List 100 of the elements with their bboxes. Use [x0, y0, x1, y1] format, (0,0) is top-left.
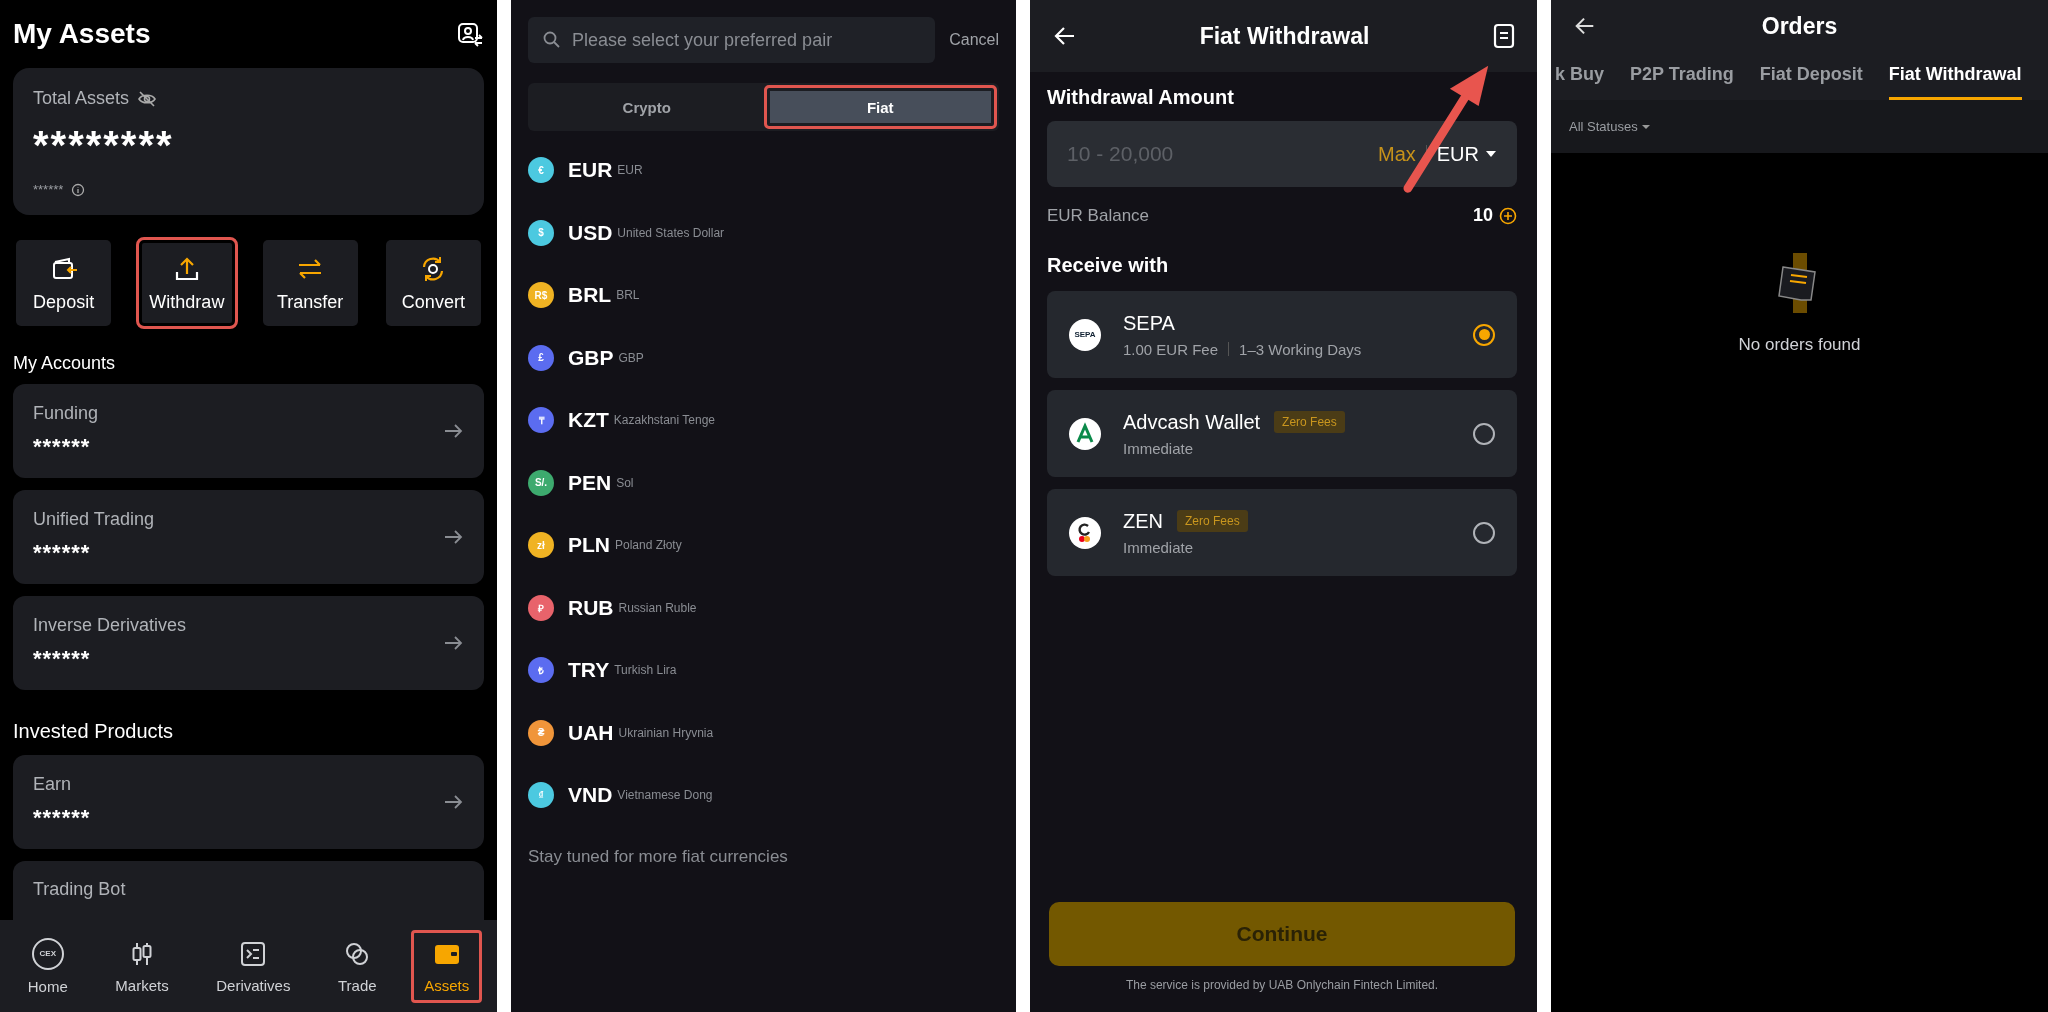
radio-button[interactable] [1473, 323, 1495, 346]
currency-symbol: zł [528, 532, 554, 559]
home-icon: CEX [31, 937, 64, 970]
currency-code: GBP [568, 345, 614, 370]
currency-row[interactable]: ₴ UAH Ukrainian Hryvnia [528, 701, 999, 764]
currency-code: USD [568, 220, 613, 245]
account-balance: ****** [33, 433, 92, 460]
add-icon[interactable] [1499, 206, 1517, 225]
order-tab[interactable]: k Buy [1555, 52, 1605, 100]
currency-symbol: £ [528, 344, 554, 371]
footer-note: Stay tuned for more fiat currencies [528, 846, 789, 867]
currency-row[interactable]: € EUR EUR [528, 139, 999, 202]
currency-name: Vietnamese Dong [617, 788, 713, 803]
circles-logo-icon [1069, 516, 1101, 549]
section-heading: Receive with [1047, 254, 1170, 277]
currency-symbol: S/. [528, 469, 554, 496]
account-name: Inverse Derivatives [33, 614, 187, 636]
currency-symbol: ₽ [528, 594, 554, 621]
account-balance: ****** [33, 539, 92, 566]
total-assets-value: ******** [33, 123, 175, 168]
screen-title: Fiat Withdrawal [1199, 22, 1370, 50]
currency-row[interactable]: S/. PEN Sol [528, 451, 999, 514]
balance-label: EUR Balance [1047, 205, 1150, 226]
search-icon [542, 30, 562, 50]
currency-row[interactable]: zł PLN Poland Złoty [528, 514, 999, 577]
currency-symbol: € [528, 157, 554, 184]
action-button[interactable]: Withdraw [136, 237, 238, 329]
account-card[interactable]: Inverse Derivatives ****** [13, 596, 484, 690]
total-assets-sub-value: ****** [33, 182, 64, 197]
field-label: Withdrawal Amount [1047, 86, 1235, 109]
currency-name: EUR [617, 163, 643, 178]
currency-code: UAH [568, 720, 614, 745]
method-name: SEPA [1123, 311, 1175, 335]
product-name: Trading Bot [33, 879, 126, 900]
currency-symbol: $ [528, 219, 554, 246]
nav-tab[interactable]: CEX Home [14, 928, 81, 1004]
method-detail: Immediate [1123, 538, 1194, 556]
currency-name: Poland Złoty [615, 538, 682, 553]
payment-method-card[interactable]: Advcash Wallet Zero Fees Immediate [1047, 390, 1517, 477]
fee-badge: Zero Fees [1177, 510, 1248, 532]
currency-row[interactable]: ₽ RUB Russian Ruble [528, 576, 999, 639]
product-card[interactable]: Trading Bot [13, 861, 484, 920]
screen-title: Orders [1761, 12, 1838, 40]
currency-symbol: ₺ [528, 657, 554, 684]
product-card[interactable]: Earn ****** [13, 755, 484, 849]
account-card[interactable]: Unified Trading ****** [13, 490, 484, 584]
eye-off-icon[interactable] [137, 88, 158, 109]
nav-tab[interactable]: Trade [324, 929, 390, 1003]
currency-name: GBP [618, 350, 644, 365]
currency-name: Russian Ruble [618, 600, 697, 615]
method-detail: Immediate [1123, 439, 1194, 457]
currency-row[interactable]: ₸ KZT Kazakhstani Tenge [528, 389, 999, 452]
currency-symbol: ₸ [528, 407, 554, 434]
order-tab[interactable]: Fiat Deposit [1759, 52, 1863, 100]
cancel-button[interactable]: Cancel [949, 31, 999, 49]
currency-row[interactable]: ₫ VND Vietnamese Dong [528, 764, 999, 827]
currency-code: PEN [568, 470, 612, 495]
method-name: Advcash Wallet [1123, 410, 1261, 434]
radio-button[interactable] [1473, 521, 1495, 544]
currency-symbol: ₴ [528, 719, 554, 746]
search-field[interactable]: Please select your preferred pair [528, 17, 936, 63]
nav-tab[interactable]: Assets [411, 929, 483, 1003]
letter-a-logo-icon [1069, 417, 1101, 450]
currency-code: EUR [568, 158, 613, 183]
max-button[interactable]: Max [1377, 142, 1416, 166]
document-icon[interactable] [1491, 23, 1517, 49]
product-balance: ****** [33, 804, 91, 831]
currency-row[interactable]: £ GBP GBP [528, 326, 999, 389]
status-filter-dropdown[interactable]: All Statuses [1569, 119, 1650, 134]
account-card[interactable]: Funding ****** [13, 384, 484, 478]
empty-state-text: No orders found [1738, 335, 1861, 355]
method-detail: 1.00 EUR Fee [1123, 340, 1219, 358]
method-name: ZEN [1123, 509, 1163, 533]
currency-code: BRL [568, 283, 612, 308]
segment-tab[interactable]: Fiat [763, 85, 997, 129]
segment-tab[interactable]: Crypto [530, 85, 764, 129]
currency-code: KZT [568, 408, 609, 433]
screen-title: My Assets [13, 18, 151, 50]
section-heading: Invested Products [13, 720, 175, 743]
product-name: Earn [33, 773, 73, 795]
profile-switch-icon[interactable] [456, 20, 484, 48]
currency-row[interactable]: R$ BRL BRL [528, 264, 999, 327]
nav-tab[interactable]: Markets [102, 929, 182, 1003]
nav-tab[interactable]: Derivatives [203, 929, 304, 1003]
currency-dropdown[interactable]: EUR [1436, 142, 1497, 166]
payment-method-card[interactable]: ZEN Zero Fees Immediate [1047, 489, 1517, 576]
currency-code: RUB [568, 595, 614, 620]
info-icon[interactable] [71, 182, 86, 197]
account-name: Unified Trading [33, 508, 155, 530]
currency-row[interactable]: $ USD United States Dollar [528, 201, 999, 264]
currency-row[interactable]: ₺ TRY Turkish Lira [528, 639, 999, 702]
payment-method-card[interactable]: SEPA SEPA 1.00 EUR Fee 1–3 Working Days [1047, 291, 1517, 378]
order-tab[interactable]: P2P Trading [1630, 52, 1734, 100]
radio-button[interactable] [1473, 422, 1495, 445]
total-assets-label: Total Assets [33, 88, 130, 109]
account-balance: ****** [33, 645, 92, 672]
footer-note: The service is provided by UAB Onlychain Fintech Limited. [1124, 978, 1440, 992]
section-heading: My Accounts [13, 353, 117, 374]
caret-icon [1641, 122, 1650, 131]
method-detail: 1–3 Working Days [1239, 340, 1362, 358]
